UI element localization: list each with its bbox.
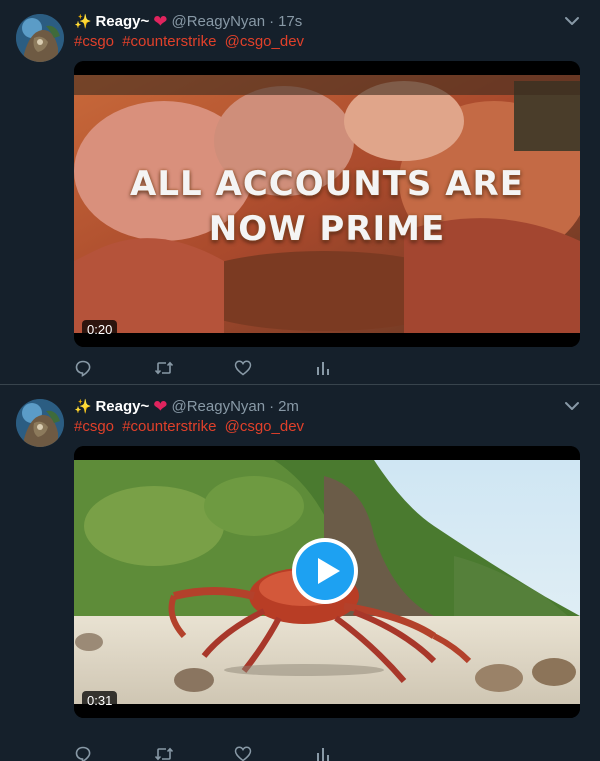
play-button[interactable] bbox=[292, 538, 358, 604]
heart-emoji: ❤ bbox=[153, 11, 168, 31]
display-name[interactable]: Reagy~ bbox=[95, 398, 149, 415]
reply-icon bbox=[75, 360, 91, 377]
video-player[interactable]: ALL ACCOUNTS ARE NOW PRIME 0:20 bbox=[74, 61, 580, 347]
user-handle[interactable]: @ReagyNyan bbox=[171, 398, 265, 415]
separator-dot: · bbox=[269, 397, 275, 415]
tweet-actions bbox=[74, 744, 394, 761]
like-button[interactable] bbox=[234, 744, 314, 761]
analytics-icon bbox=[317, 748, 329, 761]
hashtag-link[interactable]: #csgo bbox=[74, 418, 114, 435]
video-duration: 0:20 bbox=[82, 320, 118, 339]
hashtag-link[interactable]: #counterstrike bbox=[122, 418, 216, 435]
tweet-header: ✨ Reagy~ ❤ @ReagyNyan · 2m bbox=[74, 395, 584, 417]
avatar[interactable] bbox=[16, 399, 64, 447]
timeline-feed: ✨ Reagy~ ❤ @ReagyNyan · 17s #csgo #count… bbox=[0, 0, 600, 761]
tweet-header: ✨ Reagy~ ❤ @ReagyNyan · 17s bbox=[74, 10, 584, 32]
user-handle[interactable]: @ReagyNyan bbox=[171, 13, 265, 30]
reply-button[interactable] bbox=[74, 744, 154, 761]
mention-link[interactable]: @csgo_dev bbox=[225, 418, 304, 435]
hashtag-link[interactable]: #csgo bbox=[74, 33, 114, 50]
like-icon bbox=[234, 746, 252, 761]
heart-emoji: ❤ bbox=[153, 396, 168, 416]
sparkle-emoji: ✨ bbox=[74, 12, 92, 29]
play-icon bbox=[296, 542, 354, 600]
analytics-button[interactable] bbox=[314, 744, 394, 761]
video-caption-line: NOW PRIME bbox=[208, 209, 446, 249]
reply-icon bbox=[75, 746, 91, 761]
tweet[interactable]: ✨ Reagy~ ❤ @ReagyNyan · 2m #csgo #counte… bbox=[0, 385, 600, 761]
chevron-down-icon[interactable] bbox=[564, 14, 580, 28]
chevron-down-icon[interactable] bbox=[564, 399, 580, 413]
reply-button[interactable] bbox=[74, 358, 154, 378]
separator-dot: · bbox=[269, 12, 275, 30]
video-player[interactable]: 0:31 bbox=[74, 446, 580, 718]
video-caption-line: ALL ACCOUNTS ARE bbox=[130, 164, 524, 204]
tweet-actions bbox=[74, 358, 394, 378]
analytics-icon bbox=[317, 362, 329, 375]
timestamp[interactable]: 2m bbox=[278, 398, 299, 415]
sparkle-emoji: ✨ bbox=[74, 397, 92, 414]
retweet-icon bbox=[154, 361, 174, 375]
like-button[interactable] bbox=[234, 358, 314, 378]
avatar[interactable] bbox=[16, 14, 64, 62]
retweet-button[interactable] bbox=[154, 358, 234, 378]
like-icon bbox=[234, 360, 252, 376]
tweet-text: #csgo #counterstrike @csgo_dev bbox=[74, 418, 308, 435]
analytics-button[interactable] bbox=[314, 358, 394, 378]
display-name[interactable]: Reagy~ bbox=[95, 13, 149, 30]
tweet[interactable]: ✨ Reagy~ ❤ @ReagyNyan · 17s #csgo #count… bbox=[0, 0, 600, 385]
video-duration: 0:31 bbox=[82, 691, 118, 710]
video-thumbnail bbox=[74, 61, 580, 347]
mention-link[interactable]: @csgo_dev bbox=[225, 33, 304, 50]
hashtag-link[interactable]: #counterstrike bbox=[122, 33, 216, 50]
timestamp[interactable]: 17s bbox=[278, 13, 302, 30]
tweet-text: #csgo #counterstrike @csgo_dev bbox=[74, 33, 308, 50]
retweet-icon bbox=[154, 747, 174, 761]
retweet-button[interactable] bbox=[154, 744, 234, 761]
